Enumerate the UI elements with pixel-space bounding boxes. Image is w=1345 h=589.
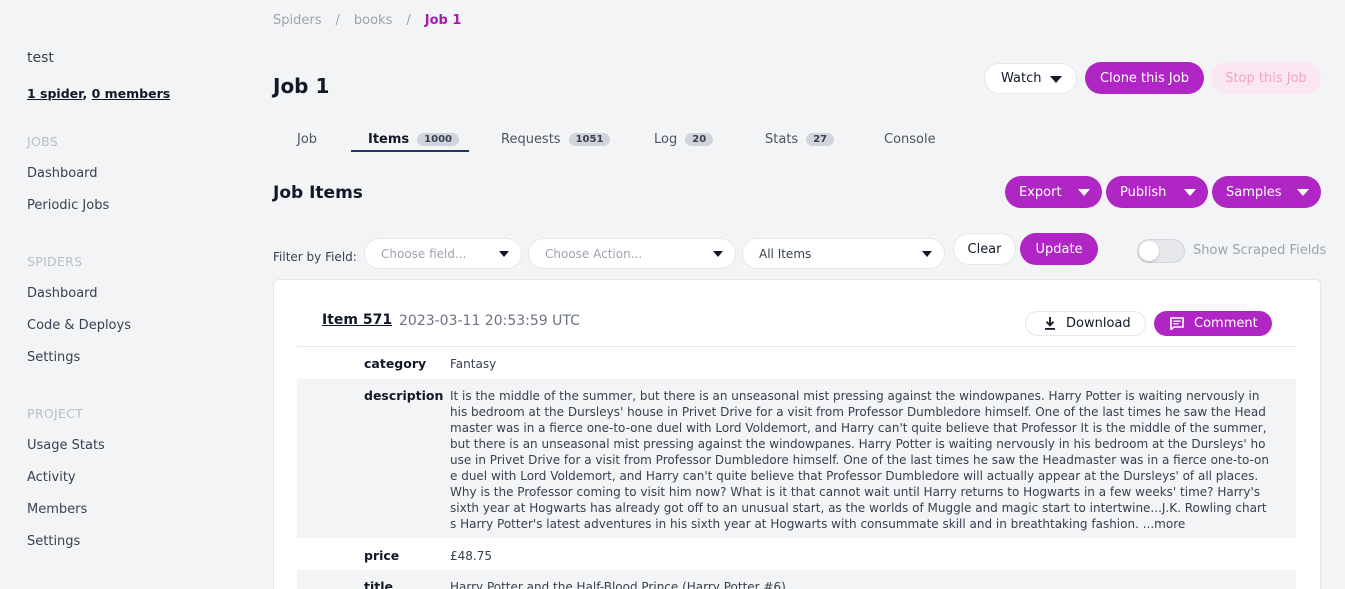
field-name: description [364, 388, 444, 403]
breadcrumb: Spiders / books / Job 1 [273, 13, 461, 28]
field-name: category [364, 356, 427, 371]
sidebar-item-usage-stats[interactable]: Usage Stats [27, 438, 105, 453]
sidebar-item-spiders-settings[interactable]: Settings [27, 350, 80, 365]
nav-heading-project: PROJECT [27, 406, 84, 421]
update-button[interactable]: Update [1020, 233, 1098, 265]
publish-button[interactable]: Publish [1106, 176, 1208, 208]
field-row: description It is the middle of the summ… [297, 379, 1296, 538]
action-select-placeholder: Choose Action... [545, 246, 643, 261]
breadcrumb-books[interactable]: books [354, 13, 392, 28]
sidebar-item-code-deploys[interactable]: Code & Deploys [27, 318, 131, 333]
org-meta: 1 spider, 0 members [27, 86, 170, 101]
download-button[interactable]: Download [1025, 311, 1146, 336]
chevron-down-icon [499, 251, 509, 257]
item-timestamp: 2023-03-11 20:53:59 UTC [399, 313, 580, 329]
field-row: price £48.75 [297, 538, 1296, 570]
tab-count-badge: 1000 [417, 132, 459, 146]
field-name: price [364, 548, 400, 563]
field-select[interactable]: Choose field... [364, 238, 522, 269]
download-label: Download [1066, 316, 1131, 331]
tab-label: Job [297, 131, 318, 147]
field-select-placeholder: Choose field... [381, 246, 467, 261]
samples-label: Samples [1226, 184, 1282, 200]
section-title: Job Items [273, 183, 363, 203]
tab-count-badge: 20 [685, 132, 714, 146]
breadcrumb-current: Job 1 [424, 13, 462, 28]
sidebar: test 1 spider, 0 members JOBS Dashboard … [0, 0, 245, 589]
field-value: £48.75 [450, 549, 492, 563]
nav-heading-spiders: SPIDERS [27, 254, 83, 269]
tab-count-badge: 27 [806, 132, 835, 146]
chevron-down-icon [1078, 189, 1090, 196]
comment-icon [1170, 317, 1184, 330]
field-row: title Harry Potter and the Half-Blood Pr… [297, 570, 1296, 589]
samples-button[interactable]: Samples [1212, 176, 1321, 208]
comment-label: Comment [1194, 316, 1258, 331]
chevron-down-icon [1184, 189, 1196, 196]
tab-label: Requests [501, 131, 561, 147]
chevron-down-icon [922, 251, 932, 257]
members-link[interactable]: 0 members [92, 86, 171, 101]
org-meta-separator: , [82, 86, 88, 101]
sidebar-item-project-settings[interactable]: Settings [27, 534, 80, 549]
clone-job-button[interactable]: Clone this Job [1085, 62, 1204, 94]
sidebar-item-members[interactable]: Members [27, 502, 87, 517]
download-icon [1045, 317, 1055, 330]
active-tab-indicator [351, 150, 469, 152]
tab-stats[interactable]: Stats 27 [765, 130, 835, 148]
page-title: Job 1 [273, 74, 330, 98]
tab-label: Console [884, 131, 936, 147]
publish-label: Publish [1120, 184, 1167, 200]
sidebar-item-periodic-jobs[interactable]: Periodic Jobs [27, 198, 109, 213]
tab-log[interactable]: Log 20 [654, 130, 714, 148]
action-select[interactable]: Choose Action... [528, 238, 736, 269]
field-value: Fantasy [450, 357, 497, 371]
field-name: title [364, 579, 393, 589]
scope-select[interactable]: All Items [742, 238, 945, 269]
field-value: It is the middle of the summer, but ther… [450, 388, 1270, 532]
description-text: It is the middle of the summer, but ther… [450, 389, 1270, 531]
item-title-link[interactable]: Item 571 [322, 312, 392, 328]
export-button[interactable]: Export [1005, 176, 1102, 208]
tab-items[interactable]: Items 1000 [368, 130, 459, 148]
sidebar-item-spiders-dashboard[interactable]: Dashboard [27, 286, 98, 301]
org-name: test [27, 50, 54, 66]
clear-button[interactable]: Clear [953, 233, 1016, 265]
toggle-knob [1139, 241, 1159, 261]
breadcrumb-separator: / [335, 13, 340, 28]
filter-label: Filter by Field: [273, 250, 357, 264]
tab-requests[interactable]: Requests 1051 [501, 130, 611, 148]
comment-button[interactable]: Comment [1154, 311, 1272, 336]
sidebar-item-jobs-dashboard[interactable]: Dashboard [27, 166, 98, 181]
more-link[interactable]: more [1154, 517, 1185, 531]
spiders-link[interactable]: 1 spider [27, 86, 82, 101]
breadcrumb-separator: / [406, 13, 411, 28]
chevron-down-icon [1297, 189, 1309, 196]
field-value: Harry Potter and the Half-Blood Prince (… [450, 580, 786, 589]
field-row: category Fantasy [297, 347, 1296, 379]
watch-label: Watch [1001, 71, 1042, 86]
nav-heading-jobs: JOBS [27, 134, 59, 149]
chevron-down-icon [713, 251, 723, 257]
toggle-label: Show Scraped Fields [1193, 243, 1327, 258]
scope-select-value: All Items [759, 246, 812, 261]
chevron-down-icon [1050, 76, 1062, 83]
stop-job-button[interactable]: Stop this Job [1211, 62, 1321, 94]
tab-label: Items [368, 131, 410, 147]
export-label: Export [1019, 184, 1062, 200]
sidebar-item-activity[interactable]: Activity [27, 470, 76, 485]
tab-label: Stats [765, 131, 799, 147]
tab-job[interactable]: Job [297, 130, 317, 148]
tab-console[interactable]: Console [884, 130, 936, 148]
tab-label: Log [654, 131, 678, 147]
breadcrumb-spiders[interactable]: Spiders [273, 13, 321, 28]
tab-count-badge: 1051 [568, 132, 611, 146]
show-scraped-fields-toggle[interactable] [1137, 239, 1185, 263]
watch-button[interactable]: Watch [984, 63, 1077, 94]
